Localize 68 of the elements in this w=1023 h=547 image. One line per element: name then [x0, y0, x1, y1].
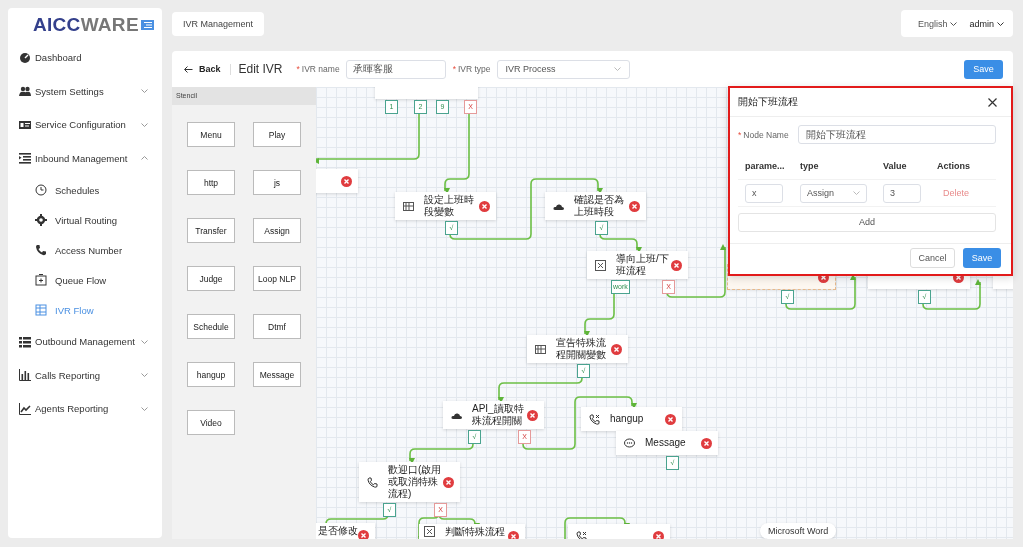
column-header: parame... — [744, 161, 786, 171]
stencil-block[interactable]: Transfer — [187, 218, 235, 243]
flow-node[interactable]: 設定上班時段變數 — [395, 192, 496, 220]
menu-item[interactable]: System Settings — [8, 74, 162, 108]
flow-node[interactable]: 導向上班/下班流程 — [587, 251, 688, 279]
stencil-block[interactable]: Assign — [253, 218, 301, 243]
menu-item[interactable]: Calls Reporting — [8, 358, 162, 392]
stencil-block[interactable]: Menu — [187, 122, 235, 147]
submenu-item[interactable]: Schedules — [8, 175, 162, 205]
cancel-button[interactable]: Cancel — [910, 248, 955, 268]
flow-node[interactable]: hangup — [581, 407, 682, 431]
type-select[interactable]: Assign — [800, 183, 867, 203]
flow-node[interactable]: 歡迎口(啟用或取消特殊流程) — [359, 462, 460, 502]
tooltip: Microsoft Word — [760, 523, 837, 539]
stencil-block[interactable]: Message — [253, 362, 301, 387]
language-dropdown[interactable]: English — [917, 18, 958, 29]
node-label: 宣告特殊流程開關變數 — [556, 337, 607, 361]
page-title: Edit IVR — [238, 62, 283, 76]
flow-node[interactable]: 宣告特殊流程開關變數 — [527, 335, 628, 363]
stencil-block[interactable]: Schedule — [187, 314, 235, 339]
back-button[interactable]: Back — [184, 64, 221, 74]
stencil-block[interactable]: Play — [253, 122, 301, 147]
stencil-block[interactable]: http — [187, 170, 235, 195]
column-header: Actions — [936, 161, 971, 171]
node-label: 判斷特殊流程 — [445, 526, 505, 538]
parameter-field[interactable]: x — [745, 183, 783, 203]
field-label: * IVR type — [452, 64, 491, 74]
page-tab[interactable]: IVR Management — [172, 12, 265, 36]
stencil-block[interactable]: Judge — [187, 266, 235, 291]
node-label: 設定上班時段變數 — [424, 194, 475, 218]
node-name-field[interactable]: 開始下班流程 — [798, 125, 996, 144]
flow-node[interactable]: 是否修改 — [316, 523, 375, 539]
node-label: hangup — [610, 413, 645, 425]
stencil-block[interactable]: Dtmf — [253, 314, 301, 339]
node-label: API_讀取特殊流程開關 — [472, 403, 525, 427]
flow-node[interactable]: 確認是否為上班時段 — [545, 192, 646, 220]
logo: AICCWARE — [33, 13, 139, 36]
menu-item[interactable]: Agents Reporting — [8, 392, 162, 426]
field-label: * IVR name — [296, 64, 340, 74]
add-button[interactable]: Add — [738, 212, 996, 232]
flow-node[interactable]: API_讀取特殊流程開關 — [443, 401, 544, 429]
field-label: * Node Name — [738, 129, 790, 140]
submenu-item[interactable]: IVR Flow — [8, 295, 162, 325]
node-label: 歡迎口(啟用或取消特殊流程) — [388, 464, 443, 500]
menu-item[interactable]: Inbound Management — [8, 141, 162, 175]
menu-item[interactable]: Service Configuration — [8, 108, 162, 142]
type-select[interactable]: IVR Process — [496, 59, 630, 79]
submenu-item[interactable]: Virtual Routing — [8, 205, 162, 235]
flow-node[interactable]: Message — [616, 431, 718, 455]
column-header: Value — [882, 161, 908, 171]
node-label: 導向上班/下班流程 — [616, 253, 670, 277]
node-label: 是否修改 — [318, 525, 358, 537]
node-label: Message — [645, 437, 687, 449]
flow-node[interactable]: 判斷特殊流程 — [419, 524, 525, 539]
menu-item[interactable]: Outbound Management — [8, 325, 162, 359]
node-label: 確認是否為上班時段 — [574, 194, 625, 218]
name-field[interactable]: 承暉客服 — [345, 59, 446, 79]
submenu-item[interactable]: Queue Flow — [8, 265, 162, 295]
submenu-item[interactable]: Access Number — [8, 235, 162, 265]
dialog-title: 開始下班流程 — [738, 95, 798, 109]
menu-item[interactable]: Dashboard — [8, 41, 162, 75]
user-dropdown[interactable]: admin — [969, 18, 1004, 29]
stencil-block[interactable]: Loop NLP — [253, 266, 301, 291]
stencil-block[interactable]: hangup — [187, 362, 235, 387]
value-field[interactable]: 3 — [883, 183, 921, 203]
column-header: type — [799, 161, 820, 171]
stencil-block[interactable]: Video — [187, 410, 235, 435]
stencil-block[interactable]: js — [253, 170, 301, 195]
